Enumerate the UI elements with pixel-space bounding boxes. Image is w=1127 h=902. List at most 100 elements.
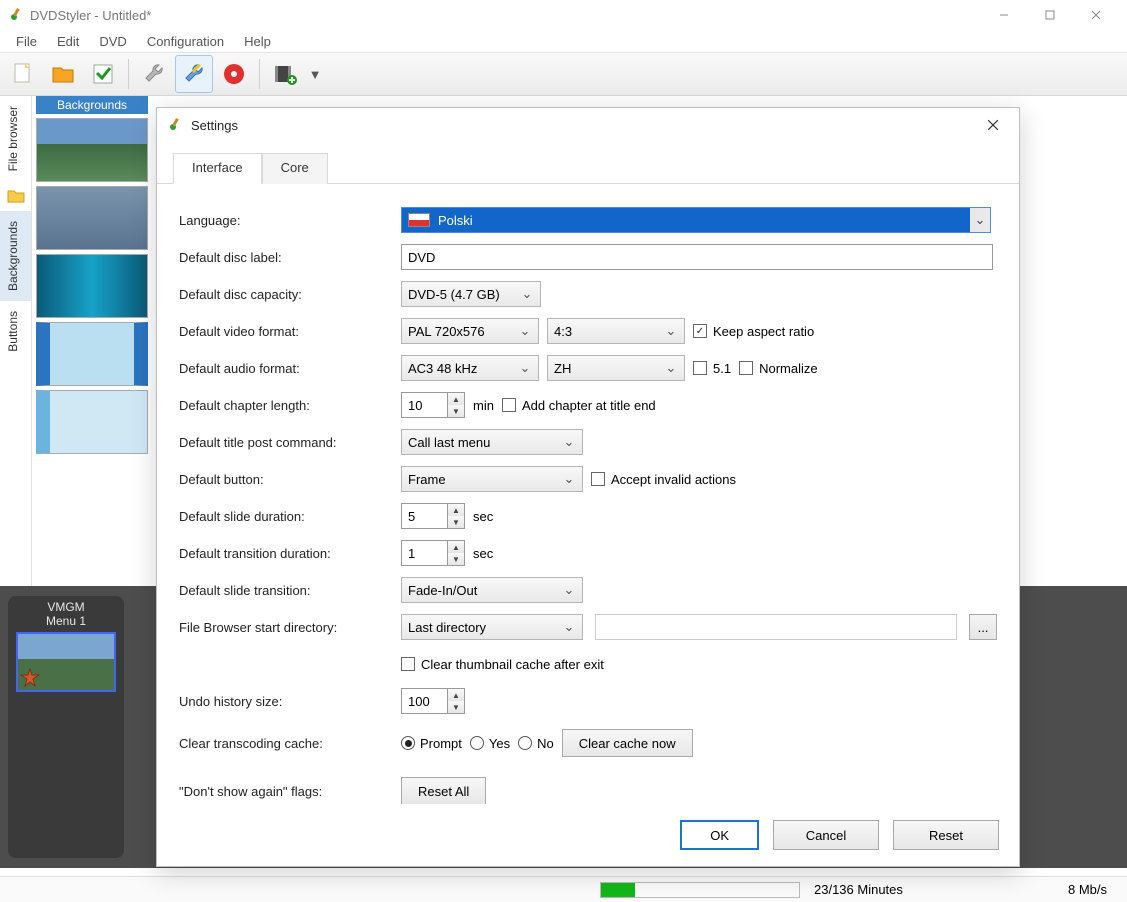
tab-buttons[interactable]: Buttons [0, 301, 31, 362]
chevron-down-icon: ⌄ [520, 286, 534, 302]
vmgm-label: VMGM [14, 600, 118, 614]
chevron-down-icon: ⌄ [664, 323, 678, 339]
disc-capacity-combo[interactable]: DVD-5 (4.7 GB)⌄ [401, 281, 541, 307]
ok-button[interactable]: OK [680, 820, 759, 850]
close-button[interactable] [1073, 0, 1119, 30]
transition-duration-spin[interactable]: 1▲▼ [401, 540, 465, 566]
settings-icon[interactable] [175, 55, 213, 93]
burn-icon[interactable] [215, 55, 253, 93]
reset-button[interactable]: Reset [893, 820, 999, 850]
minimize-button[interactable] [981, 0, 1027, 30]
reset-all-button[interactable]: Reset All [401, 777, 486, 804]
chevron-down-icon: ⌄ [518, 323, 532, 339]
label-transition-duration: Default transition duration: [179, 546, 401, 561]
disc-label-input[interactable] [401, 244, 993, 270]
tab-core[interactable]: Core [262, 153, 328, 184]
menu-dvd[interactable]: DVD [89, 32, 136, 51]
menu-thumbnail[interactable] [16, 632, 116, 692]
label-language: Language: [179, 213, 401, 228]
chevron-down-icon: ⌄ [562, 434, 576, 450]
normalize-checkbox[interactable]: Normalize [739, 361, 818, 376]
label-clear-transcoding: Clear transcoding cache: [179, 736, 401, 751]
add-chapter-end-checkbox[interactable]: Add chapter at title end [502, 398, 656, 413]
default-button-combo[interactable]: Frame⌄ [401, 466, 583, 492]
dialog-close-icon[interactable] [977, 109, 1009, 141]
background-thumb[interactable] [36, 118, 148, 182]
chapter-length-spin[interactable]: 10▲▼ [401, 392, 465, 418]
background-thumb[interactable] [36, 390, 148, 454]
label-undo: Undo history size: [179, 694, 401, 709]
clear-yes-radio[interactable]: Yes [470, 736, 510, 751]
menu-file[interactable]: File [6, 32, 47, 51]
background-thumb[interactable] [36, 186, 148, 250]
maximize-button[interactable] [1027, 0, 1073, 30]
title-post-combo[interactable]: Call last menu⌄ [401, 429, 583, 455]
background-thumb[interactable] [36, 322, 148, 386]
progress-bar [600, 882, 800, 898]
folder-icon[interactable] [0, 181, 31, 211]
new-icon[interactable] [4, 55, 42, 93]
status-minutes: 23/136 Minutes [814, 882, 903, 897]
clear-cache-now-button[interactable]: Clear cache now [562, 729, 693, 757]
toolbar: ▼ [0, 52, 1127, 96]
start-dir-path[interactable] [595, 614, 957, 640]
audio-lang-combo[interactable]: ZH⌄ [547, 355, 685, 381]
window-title: DVDStyler - Untitled* [30, 8, 981, 23]
audio-format-combo[interactable]: AC3 48 kHz⌄ [401, 355, 539, 381]
chevron-down-icon: ⌄ [970, 208, 990, 232]
menubar: File Edit DVD Configuration Help [0, 30, 1127, 52]
start-dir-combo[interactable]: Last directory⌄ [401, 614, 583, 640]
backgrounds-header: Backgrounds [36, 96, 148, 114]
tab-backgrounds[interactable]: Backgrounds [0, 211, 31, 301]
undo-history-spin[interactable]: 100▲▼ [401, 688, 465, 714]
label-video-format: Default video format: [179, 324, 401, 339]
clear-thumb-checkbox[interactable]: Clear thumbnail cache after exit [401, 657, 604, 672]
flag-icon [408, 213, 430, 227]
slide-transition-combo[interactable]: Fade-In/Out⌄ [401, 577, 583, 603]
clear-no-radio[interactable]: No [518, 736, 554, 751]
browse-button[interactable]: ... [969, 614, 997, 640]
toolbar-dropdown-icon[interactable]: ▼ [306, 67, 324, 82]
menu-configuration[interactable]: Configuration [137, 32, 234, 51]
clear-prompt-radio[interactable]: Prompt [401, 736, 462, 751]
video-format-combo[interactable]: PAL 720x576⌄ [401, 318, 539, 344]
vmgm-card[interactable]: VMGM Menu 1 [8, 596, 124, 858]
settings-dialog: Settings Interface Core Language: Polski… [156, 107, 1020, 867]
add-clip-icon[interactable] [266, 55, 304, 93]
keep-aspect-checkbox[interactable]: ✓Keep aspect ratio [693, 324, 814, 339]
cancel-button[interactable]: Cancel [773, 820, 879, 850]
aspect-combo[interactable]: 4:3⌄ [547, 318, 685, 344]
label-title-post: Default title post command: [179, 435, 401, 450]
main-titlebar: DVDStyler - Untitled* [0, 0, 1127, 30]
status-bitrate: 8 Mb/s [1068, 882, 1107, 897]
statusbar: 23/136 Minutes 8 Mb/s [0, 876, 1127, 902]
tab-file-browser[interactable]: File browser [0, 96, 31, 181]
label-default-button: Default button: [179, 472, 401, 487]
label-slide-duration: Default slide duration: [179, 509, 401, 524]
label-slide-transition: Default slide transition: [179, 583, 401, 598]
open-icon[interactable] [44, 55, 82, 93]
background-thumb[interactable] [36, 254, 148, 318]
chevron-down-icon: ⌄ [562, 582, 576, 598]
toolbar-separator [128, 59, 129, 89]
menu-help[interactable]: Help [234, 32, 281, 51]
menu-edit[interactable]: Edit [47, 32, 89, 51]
label-flags: "Don't show again" flags: [179, 784, 401, 799]
label-start-dir: File Browser start directory: [179, 620, 401, 635]
five-one-checkbox[interactable]: 5.1 [693, 361, 731, 376]
chevron-down-icon: ⌄ [562, 619, 576, 635]
chevron-down-icon: ⌄ [664, 360, 678, 376]
language-combo[interactable]: Polski ⌄ [401, 207, 991, 233]
accept-invalid-checkbox[interactable]: Accept invalid actions [591, 472, 736, 487]
save-run-icon[interactable] [84, 55, 122, 93]
tab-interface[interactable]: Interface [173, 153, 262, 184]
wrench-icon[interactable] [135, 55, 173, 93]
dialog-titlebar[interactable]: Settings [157, 108, 1019, 142]
slide-duration-spin[interactable]: 5▲▼ [401, 503, 465, 529]
chevron-down-icon: ⌄ [562, 471, 576, 487]
unit-sec: sec [473, 509, 493, 524]
label-audio-format: Default audio format: [179, 361, 401, 376]
label-disc-capacity: Default disc capacity: [179, 287, 401, 302]
dialog-title: Settings [191, 118, 977, 133]
dialog-tabs: Interface Core [157, 142, 1019, 184]
